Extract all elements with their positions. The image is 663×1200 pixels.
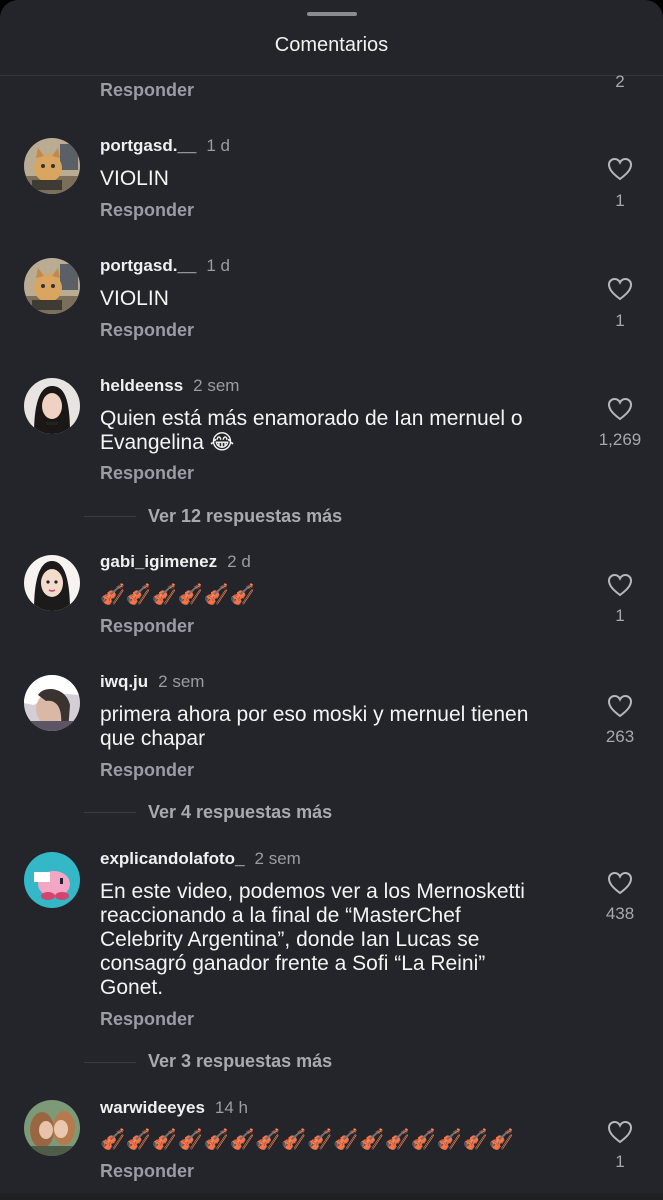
comment-username[interactable]: warwideeyes 14 h — [100, 1098, 248, 1118]
comment-time: 1 d — [206, 136, 230, 155]
comment-item: warwideeyes 14 h 🎻🎻🎻🎻🎻🎻🎻🎻🎻🎻🎻🎻🎻🎻🎻🎻 Respond… — [0, 1090, 663, 1200]
comment-time: 2 d — [227, 552, 251, 571]
comment-text: Quien está más enamorado de Ian mernuel … — [100, 407, 580, 455]
comment-username[interactable]: iwq.ju 2 sem — [100, 672, 204, 692]
comment-username[interactable]: portgasd.__ 1 d — [100, 256, 230, 276]
cat-avatar-icon[interactable] — [24, 258, 80, 314]
comment-text: VIOLIN — [100, 287, 169, 310]
comment-time: 2 sem — [158, 672, 205, 691]
comment-item: iwq.ju 2 sem primera ahora por eso moski … — [0, 665, 663, 830]
comments-sheet: Comentarios Responder 2 portgasd.__ 1 d V… — [0, 0, 663, 1200]
comment-text: 🎻🎻🎻🎻🎻🎻🎻🎻🎻🎻🎻🎻🎻🎻🎻🎻 — [100, 1129, 515, 1151]
comment-text-line: primera ahora por eso moski y mernuel ti… — [100, 703, 529, 726]
bottom-edge — [0, 1193, 663, 1200]
reply-button[interactable]: Responder — [100, 80, 194, 101]
like-count: 2 — [615, 72, 625, 91]
comment-text-line: reaccionando a la final de “MasterChef — [100, 904, 461, 927]
reply-button[interactable]: Responder — [100, 200, 194, 221]
kirby-avatar-icon[interactable] — [24, 852, 80, 908]
like-count: 1 — [615, 606, 625, 625]
view-more-replies-button[interactable]: Ver 12 respuestas más — [148, 506, 342, 527]
view-more-replies-button[interactable]: Ver 4 respuestas más — [148, 802, 332, 823]
reply-button[interactable]: Responder — [100, 1009, 194, 1030]
sheet-header: Comentarios — [0, 0, 663, 76]
comment-item: heldeenss 2 sem Quien está más enamorado … — [0, 370, 663, 530]
heart-icon[interactable] — [607, 157, 633, 181]
comment-text-line: En este video, podemos ver a los Mernosk… — [100, 880, 525, 903]
username-text[interactable]: explicandolafoto_ — [100, 849, 245, 868]
username-text[interactable]: gabi_igimenez — [100, 552, 217, 571]
selfie-avatar-icon[interactable] — [24, 675, 80, 731]
comment-item: explicandolafoto_ 2 sem En este video, po… — [0, 842, 663, 1082]
comment-text-line: Celebrity Argentina”, donde Ian Lucas se — [100, 928, 480, 951]
reply-button[interactable]: Responder — [100, 760, 194, 781]
comment-username[interactable]: explicandolafoto_ 2 sem — [100, 849, 301, 869]
comment-item: gabi_igimenez 2 d 🎻🎻🎻🎻🎻🎻 Responder 1 — [0, 545, 663, 645]
heart-icon[interactable] — [607, 1120, 633, 1144]
comment-username[interactable]: portgasd.__ 1 d — [100, 136, 230, 156]
like-count: 438 — [605, 904, 635, 923]
like-count: 1 — [615, 311, 625, 330]
reply-button[interactable]: Responder — [100, 616, 194, 637]
comment-text-line: Quien está más enamorado de Ian mernuel … — [100, 407, 523, 430]
divider — [84, 1062, 136, 1063]
comment-time: 2 sem — [254, 849, 301, 868]
comment-time: 1 d — [206, 256, 230, 275]
username-text[interactable]: portgasd.__ — [100, 256, 196, 275]
heart-icon[interactable] — [607, 277, 633, 301]
like-count: 263 — [605, 727, 635, 746]
cat-avatar-icon[interactable] — [24, 138, 80, 194]
girl-avatar-icon[interactable] — [24, 378, 80, 434]
username-text[interactable]: iwq.ju — [100, 672, 148, 691]
cartoon-girl-avatar-icon[interactable] — [24, 555, 80, 611]
comment-username[interactable]: heldeenss 2 sem — [100, 376, 239, 396]
comment-text: En este video, podemos ver a los Mernosk… — [100, 880, 570, 1000]
reply-button[interactable]: Responder — [100, 320, 194, 341]
comment-text-line: Evangelina 😂 — [100, 431, 235, 454]
divider — [84, 812, 136, 813]
comment-text: 🎻🎻🎻🎻🎻🎻 — [100, 584, 256, 606]
reply-button[interactable]: Responder — [100, 463, 194, 484]
view-more-replies-button[interactable]: Ver 3 respuestas más — [148, 1051, 332, 1072]
comment-text: VIOLIN — [100, 167, 169, 190]
comment-text-line: Gonet. — [100, 976, 164, 999]
comment-username[interactable]: gabi_igimenez 2 d — [100, 552, 251, 572]
comment-item: portgasd.__ 1 d VIOLIN Responder 1 — [0, 130, 663, 230]
comment-text-line: consagró ganador frente a Sofi “La Reini… — [100, 952, 486, 975]
username-text[interactable]: portgasd.__ — [100, 136, 196, 155]
comment-text-line: que chapar — [100, 727, 206, 750]
username-text[interactable]: warwideeyes — [100, 1098, 205, 1117]
heart-icon[interactable] — [607, 573, 633, 597]
comment-item: portgasd.__ 1 d VIOLIN Responder 1 — [0, 250, 663, 350]
like-count: 1 — [615, 1152, 625, 1171]
heart-icon[interactable] — [607, 694, 633, 718]
comment-time: 2 sem — [193, 376, 240, 395]
heart-icon[interactable] — [607, 871, 633, 895]
like-count: 1 — [615, 191, 625, 210]
comment-time: 14 h — [214, 1098, 248, 1117]
comment-text: primera ahora por eso moski y mernuel ti… — [100, 703, 580, 751]
heart-icon[interactable] — [607, 397, 633, 421]
like-count: 1,269 — [598, 430, 642, 449]
couple-avatar-icon[interactable] — [24, 1100, 80, 1156]
reply-button[interactable]: Responder — [100, 1161, 194, 1182]
divider — [84, 516, 136, 517]
username-text[interactable]: heldeenss — [100, 376, 183, 395]
sheet-title: Comentarios — [274, 34, 389, 56]
